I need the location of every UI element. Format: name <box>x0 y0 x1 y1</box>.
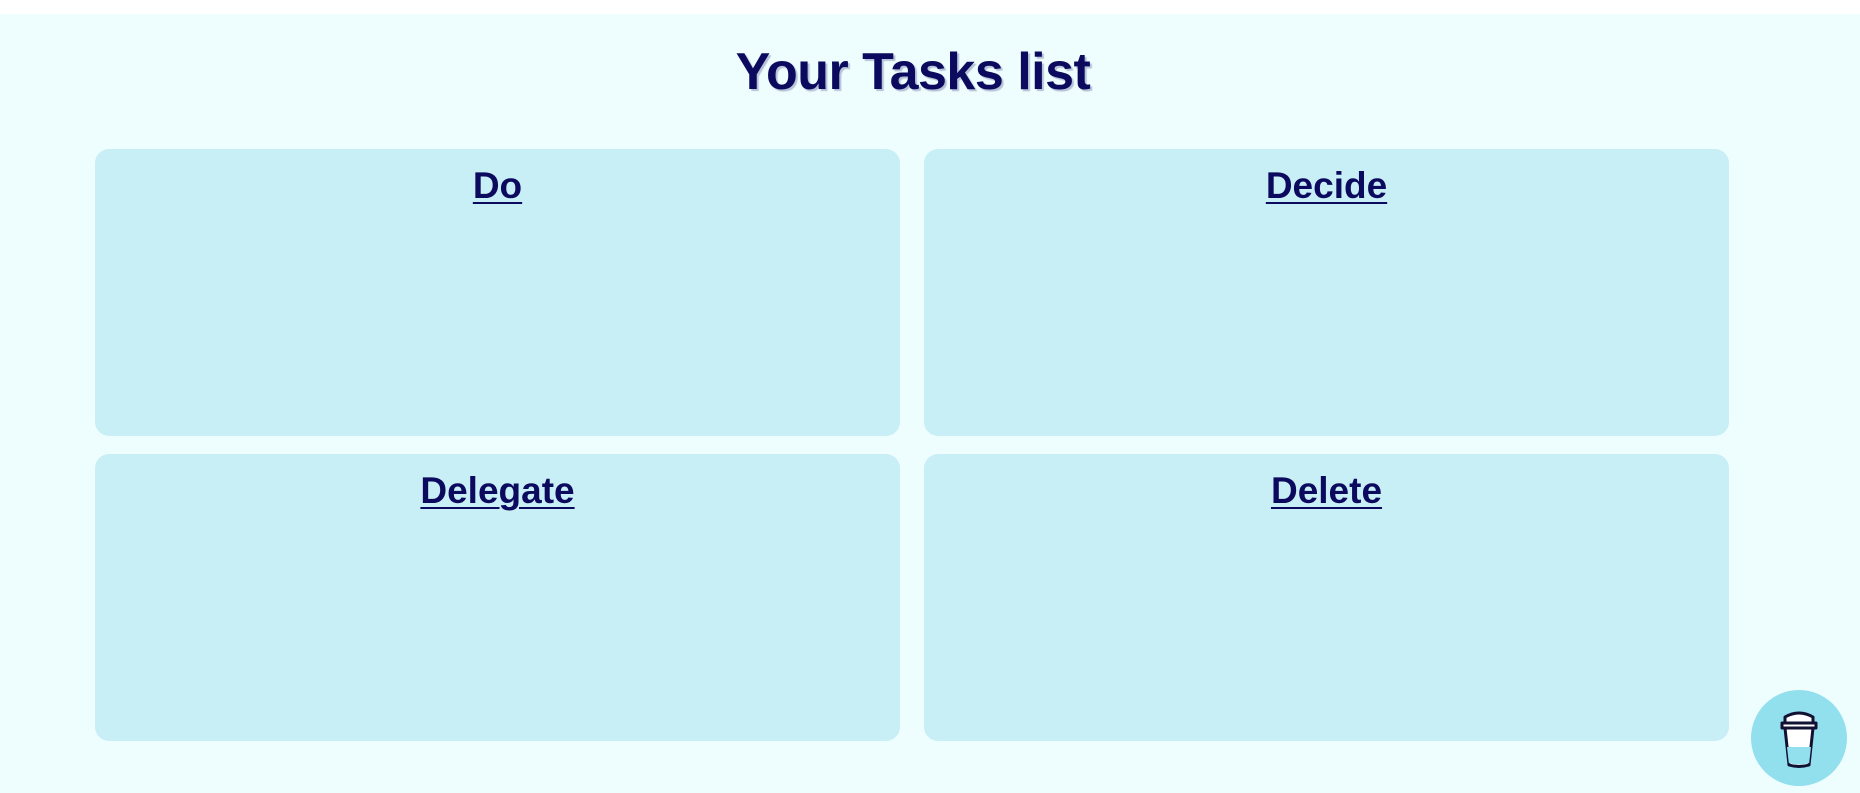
page-background: Your Tasks list Do Decide Delegate Delet… <box>0 14 1860 793</box>
coffee-cup-button[interactable] <box>1751 690 1847 786</box>
quadrant-do: Do <box>95 149 900 436</box>
quadrant-delete: Delete <box>924 454 1729 741</box>
page-title: Your Tasks list <box>735 43 1091 101</box>
quadrant-delegate-title-link[interactable]: Delegate <box>420 470 574 512</box>
coffee-cup-icon <box>1780 711 1818 768</box>
quadrant-decide: Decide <box>924 149 1729 436</box>
quadrant-delete-title-link[interactable]: Delete <box>1271 470 1382 512</box>
task-quadrants-grid: Do Decide Delegate Delete <box>95 149 1729 741</box>
quadrant-delegate: Delegate <box>95 454 900 741</box>
quadrant-do-title-link[interactable]: Do <box>473 165 522 207</box>
quadrant-decide-title-link[interactable]: Decide <box>1266 165 1387 207</box>
